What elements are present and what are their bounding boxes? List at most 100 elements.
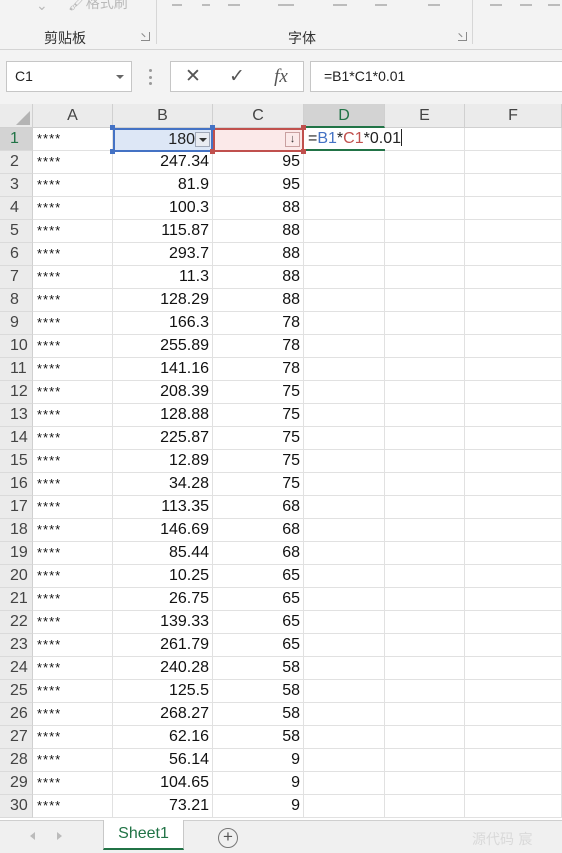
name-box-dropdown-icon[interactable] xyxy=(116,75,124,79)
reference-handle[interactable] xyxy=(301,149,306,154)
cell-d17[interactable] xyxy=(304,496,385,519)
cell-d29[interactable] xyxy=(304,772,385,795)
cell-d26[interactable] xyxy=(304,703,385,726)
cell-e14[interactable] xyxy=(385,427,465,450)
cell-b22[interactable]: 139.33 xyxy=(113,611,213,634)
column-header-a[interactable]: A xyxy=(33,104,113,128)
cell-a3[interactable]: **** xyxy=(33,174,113,197)
cell-b19[interactable]: 85.44 xyxy=(113,542,213,565)
cell-e15[interactable] xyxy=(385,450,465,473)
cell-c16[interactable]: 75 xyxy=(213,473,304,496)
cell-a18[interactable]: **** xyxy=(33,519,113,542)
cell-b7[interactable]: 11.3 xyxy=(113,266,213,289)
cell-a26[interactable]: **** xyxy=(33,703,113,726)
cancel-icon[interactable]: ✕ xyxy=(173,62,213,92)
cell-e16[interactable] xyxy=(385,473,465,496)
row-header[interactable]: 1 xyxy=(0,128,33,151)
cell-d28[interactable] xyxy=(304,749,385,772)
cell-d11[interactable] xyxy=(304,358,385,381)
cell-b11[interactable]: 141.16 xyxy=(113,358,213,381)
border-icon[interactable] xyxy=(278,4,294,6)
cell-e17[interactable] xyxy=(385,496,465,519)
phonetic-icon[interactable] xyxy=(428,4,440,6)
cell-c12[interactable]: 75 xyxy=(213,381,304,404)
row-header[interactable]: 17 xyxy=(0,496,33,519)
row-header[interactable]: 19 xyxy=(0,542,33,565)
cell-c17[interactable]: 68 xyxy=(213,496,304,519)
sheet-tab-sheet1[interactable]: Sheet1 xyxy=(103,820,184,850)
cell-e7[interactable] xyxy=(385,266,465,289)
cell-c23[interactable]: 65 xyxy=(213,634,304,657)
cell-a9[interactable]: **** xyxy=(33,312,113,335)
cell-f17[interactable] xyxy=(465,496,562,519)
cell-f16[interactable] xyxy=(465,473,562,496)
column-header-d[interactable]: D xyxy=(304,104,385,128)
cell-a6[interactable]: **** xyxy=(33,243,113,266)
cell-d20[interactable] xyxy=(304,565,385,588)
cell-b20[interactable]: 10.25 xyxy=(113,565,213,588)
cell-f26[interactable] xyxy=(465,703,562,726)
row-header[interactable]: 21 xyxy=(0,588,33,611)
cell-a23[interactable]: **** xyxy=(33,634,113,657)
cell-a29[interactable]: **** xyxy=(33,772,113,795)
cell-d13[interactable] xyxy=(304,404,385,427)
cell-d7[interactable] xyxy=(304,266,385,289)
cell-f21[interactable] xyxy=(465,588,562,611)
cell-c8[interactable]: 88 xyxy=(213,289,304,312)
row-header[interactable]: 20 xyxy=(0,565,33,588)
cell-c14[interactable]: 75 xyxy=(213,427,304,450)
cell-f5[interactable] xyxy=(465,220,562,243)
cell-c28[interactable]: 9 xyxy=(213,749,304,772)
row-header[interactable]: 16 xyxy=(0,473,33,496)
cell-c20[interactable]: 65 xyxy=(213,565,304,588)
cell-f27[interactable] xyxy=(465,726,562,749)
column-header-b[interactable]: B xyxy=(113,104,213,128)
cell-b16[interactable]: 34.28 xyxy=(113,473,213,496)
cell-b26[interactable]: 268.27 xyxy=(113,703,213,726)
cell-e18[interactable] xyxy=(385,519,465,542)
cell-c27[interactable]: 58 xyxy=(213,726,304,749)
cell-d25[interactable] xyxy=(304,680,385,703)
column-header-c[interactable]: C xyxy=(213,104,304,128)
reference-handle[interactable] xyxy=(110,149,115,154)
cell-a1[interactable]: **** xyxy=(33,128,113,151)
cell-f18[interactable] xyxy=(465,519,562,542)
cell-e3[interactable] xyxy=(385,174,465,197)
cell-f19[interactable] xyxy=(465,542,562,565)
cell-a8[interactable]: **** xyxy=(33,289,113,312)
cell-b17[interactable]: 113.35 xyxy=(113,496,213,519)
formula-bar-grip-icon[interactable] xyxy=(149,69,152,85)
cell-c7[interactable]: 88 xyxy=(213,266,304,289)
b1-dropdown-icon[interactable] xyxy=(195,132,210,147)
cell-e27[interactable] xyxy=(385,726,465,749)
cell-e8[interactable] xyxy=(385,289,465,312)
row-header[interactable]: 12 xyxy=(0,381,33,404)
cell-a12[interactable]: **** xyxy=(33,381,113,404)
cell-e29[interactable] xyxy=(385,772,465,795)
cell-d9[interactable] xyxy=(304,312,385,335)
cell-b29[interactable]: 104.65 xyxy=(113,772,213,795)
cell-b21[interactable]: 26.75 xyxy=(113,588,213,611)
cell-c26[interactable]: 58 xyxy=(213,703,304,726)
align-top-icon[interactable] xyxy=(490,4,502,6)
row-header[interactable]: 23 xyxy=(0,634,33,657)
cell-a28[interactable]: **** xyxy=(33,749,113,772)
cell-c3[interactable]: 95 xyxy=(213,174,304,197)
font-color-icon[interactable] xyxy=(375,4,387,6)
cell-e6[interactable] xyxy=(385,243,465,266)
c1-sort-icon[interactable]: ↓ xyxy=(285,132,300,147)
italic-icon[interactable] xyxy=(202,4,210,6)
cell-f3[interactable] xyxy=(465,174,562,197)
cell-d27[interactable] xyxy=(304,726,385,749)
cell-b18[interactable]: 146.69 xyxy=(113,519,213,542)
cell-b4[interactable]: 100.3 xyxy=(113,197,213,220)
cell-e5[interactable] xyxy=(385,220,465,243)
row-header[interactable]: 5 xyxy=(0,220,33,243)
cell-a13[interactable]: **** xyxy=(33,404,113,427)
row-header[interactable]: 4 xyxy=(0,197,33,220)
cell-d3[interactable] xyxy=(304,174,385,197)
prev-sheet-icon[interactable] xyxy=(30,832,35,840)
row-header[interactable]: 30 xyxy=(0,795,33,818)
cell-f13[interactable] xyxy=(465,404,562,427)
select-all-corner[interactable] xyxy=(0,104,33,128)
